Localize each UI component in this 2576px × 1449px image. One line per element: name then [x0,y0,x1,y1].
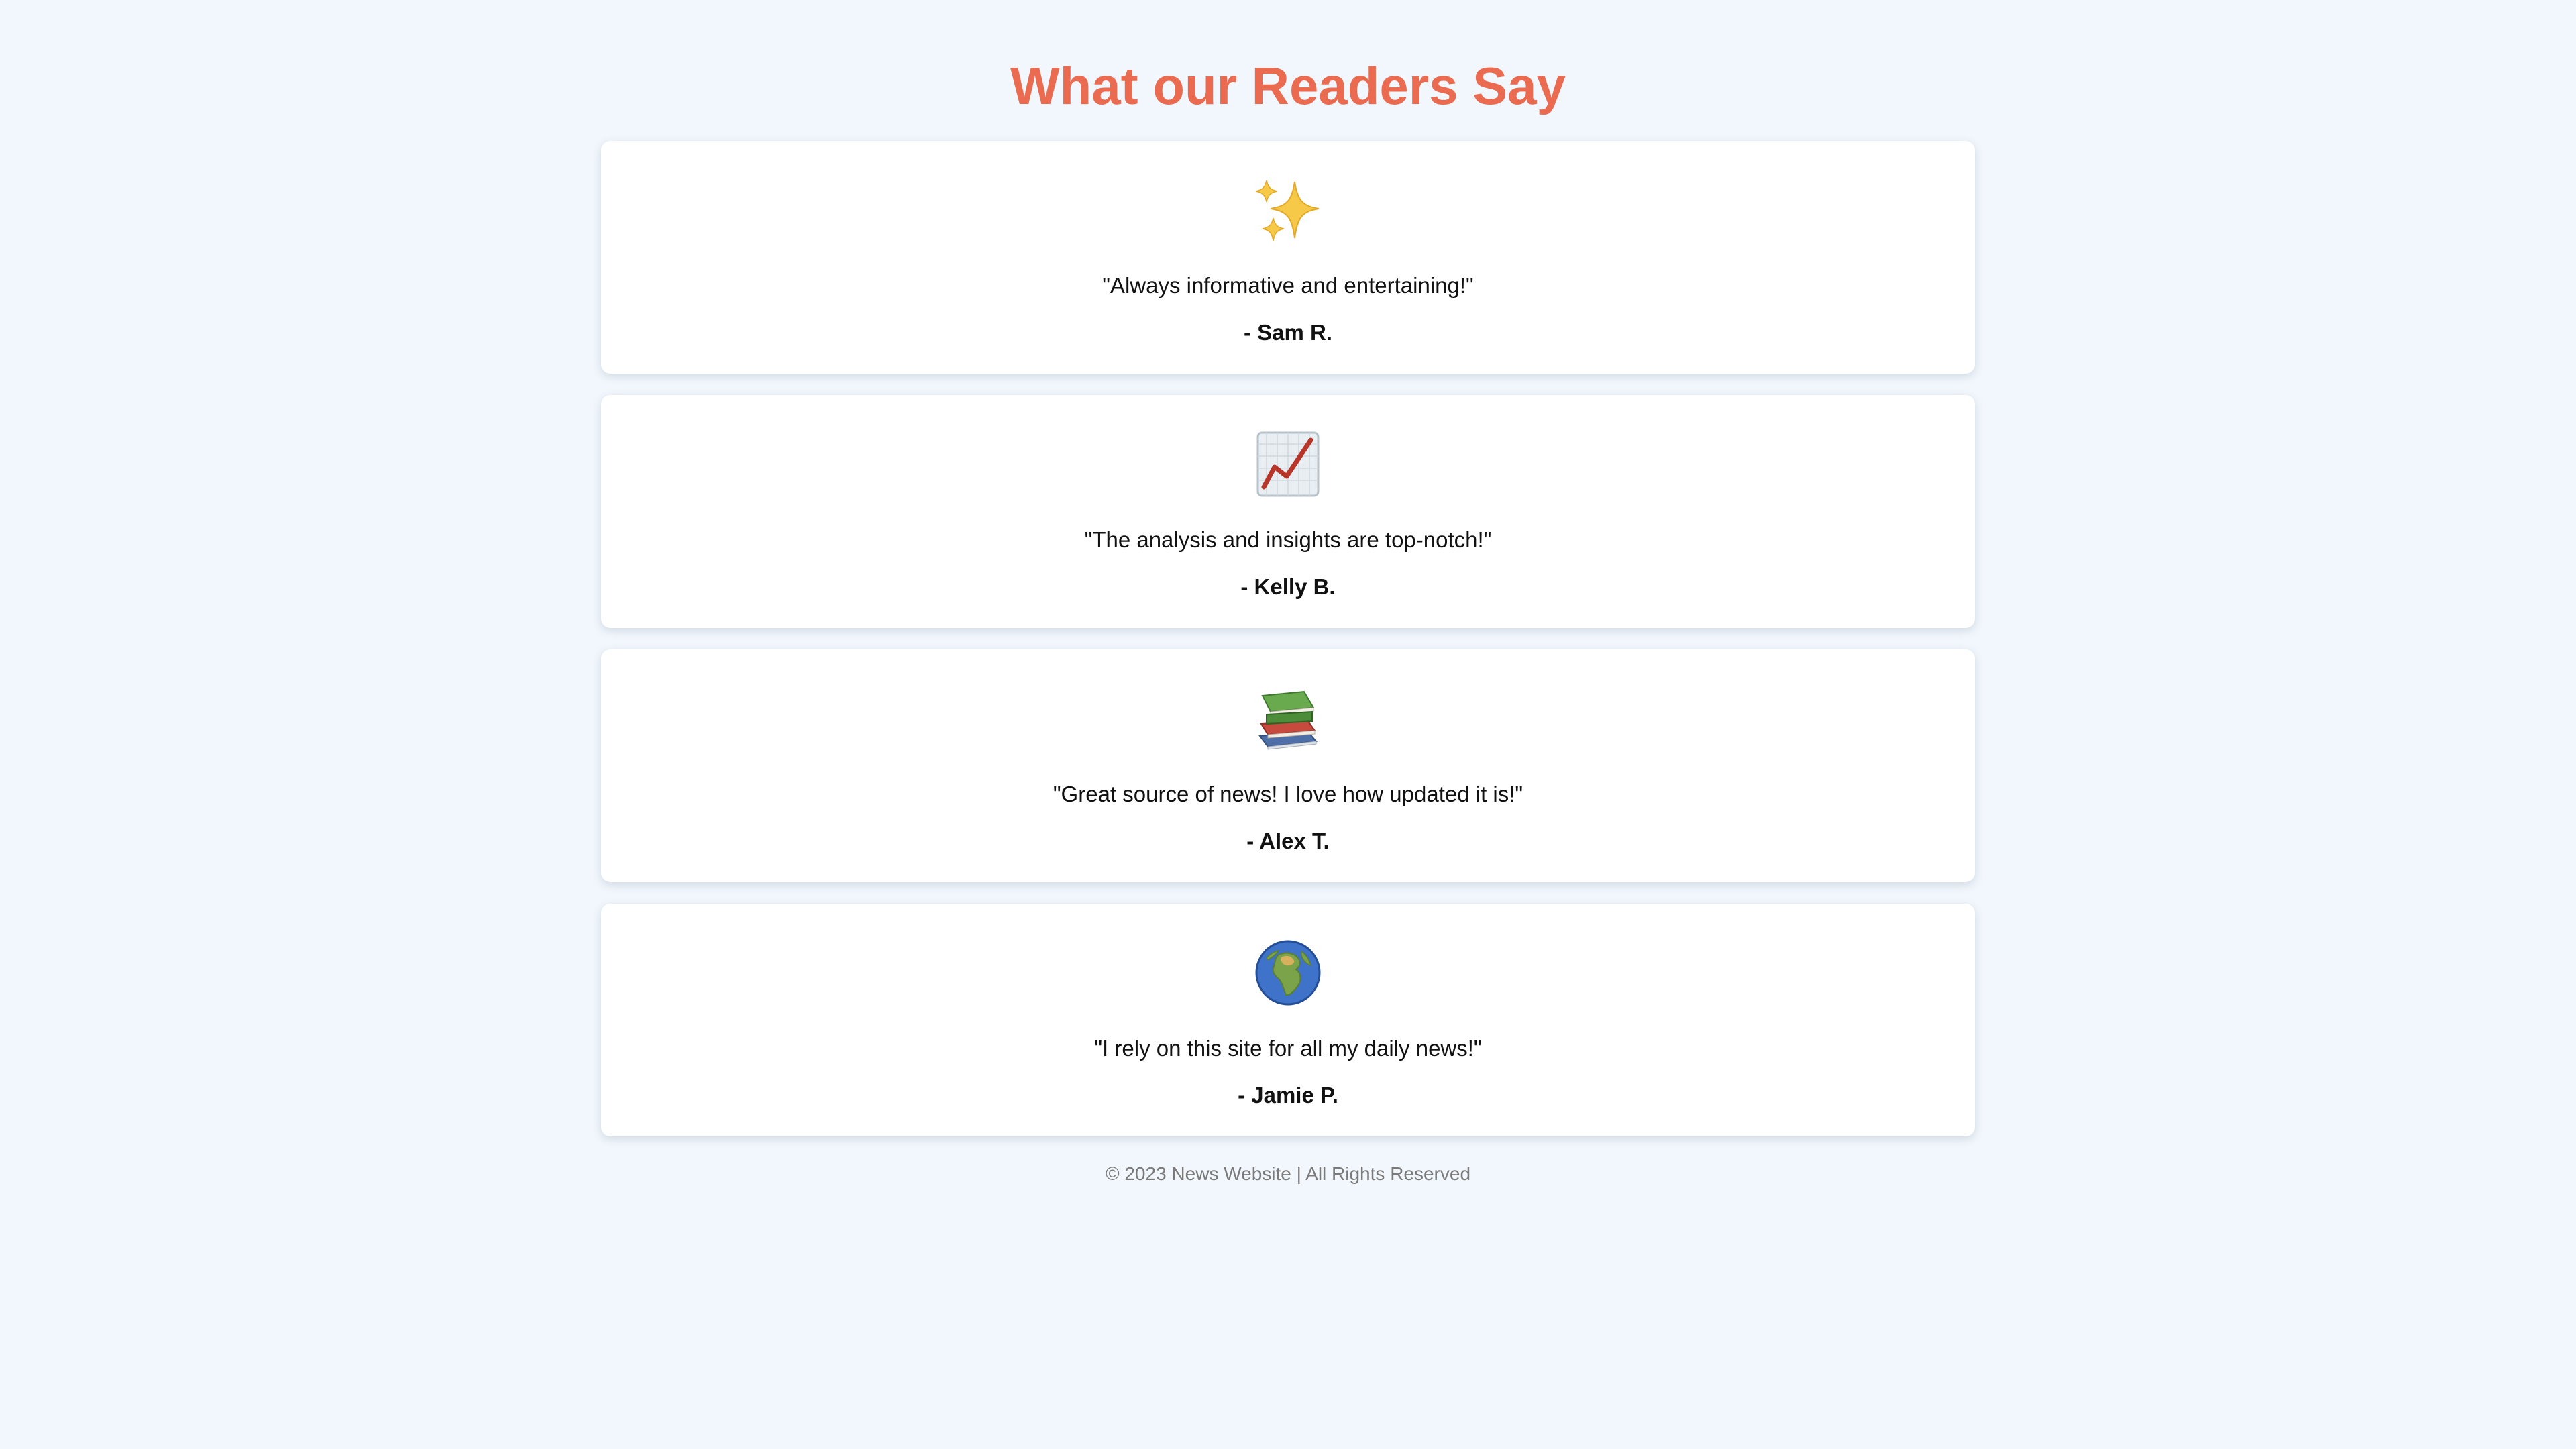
testimonial-author: - Jamie P. [1238,1083,1338,1108]
testimonial-quote: "Always informative and entertaining!" [1102,273,1474,298]
testimonial-card: "Always informative and entertaining!" -… [601,141,1975,374]
footer-copyright: © 2023 News Website | All Rights Reserve… [1105,1163,1471,1184]
testimonial-author: - Alex T. [1246,828,1330,853]
testimonial-card: "The analysis and insights are top-notch… [601,395,1975,628]
testimonial-quote: "The analysis and insights are top-notch… [1084,527,1492,552]
testimonial-author: - Kelly B. [1240,574,1336,599]
books-icon [601,682,1975,755]
testimonial-card: "I rely on this site for all my daily ne… [601,904,1975,1136]
testimonials-page: What our Readers Say "Always informative… [0,0,2576,1449]
page-title: What our Readers Say [1010,56,1566,115]
chart-increasing-icon [601,427,1975,501]
sparkles-icon [601,173,1975,247]
testimonial-quote: "Great source of news! I love how update… [1053,782,1523,806]
testimonial-list: "Always informative and entertaining!" -… [601,141,1975,1158]
testimonial-author: - Sam R. [1243,320,1333,345]
testimonial-card: "Great source of news! I love how update… [601,649,1975,882]
testimonial-quote: "I rely on this site for all my daily ne… [1094,1036,1482,1061]
globe-icon [601,936,1975,1010]
